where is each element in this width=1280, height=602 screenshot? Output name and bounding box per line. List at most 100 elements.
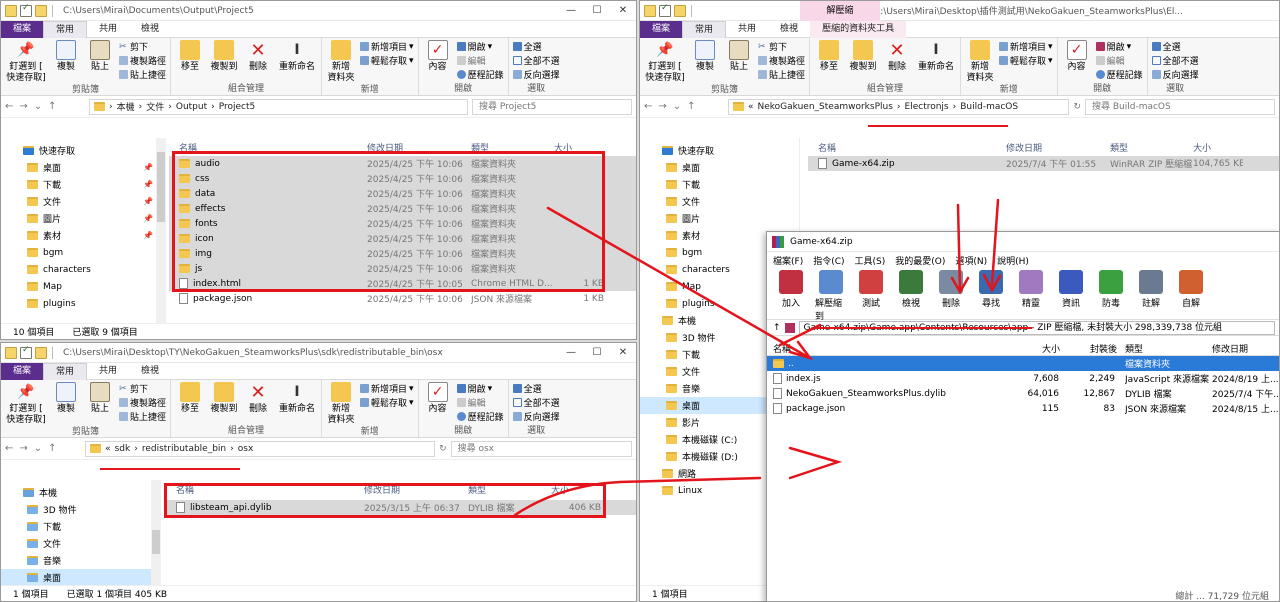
edit-button[interactable]: 編輯 <box>456 54 504 67</box>
tab-compressed-tools[interactable]: 壓縮的資料夾工具 <box>810 20 907 38</box>
new-folder-icon[interactable] <box>35 4 47 17</box>
properties-button[interactable]: ✓ 內容 <box>423 382 453 415</box>
menu-item[interactable]: 選項(N) <box>955 254 987 267</box>
select-none-button[interactable]: 全部不選 <box>1151 54 1199 67</box>
col-name[interactable]: 名稱 <box>179 141 197 154</box>
nav-item[interactable]: 桌面 <box>640 159 799 176</box>
winrar-tool-button[interactable]: 資訊 <box>1055 270 1087 309</box>
col-modified[interactable]: 修改日期 <box>364 483 400 496</box>
col-size[interactable]: 大小 <box>554 141 572 154</box>
up-icon[interactable]: ↑ <box>687 101 695 112</box>
pin-icon[interactable]: 📌 <box>143 163 153 172</box>
history-button[interactable]: 歷程記錄 <box>456 410 504 423</box>
move-to-button[interactable]: 移至 <box>175 40 205 73</box>
copy-button[interactable]: 複製 <box>51 382 81 415</box>
winrar-tool-button[interactable]: 解壓縮到 <box>815 270 847 322</box>
col-modified[interactable]: 修改日期 <box>367 141 403 154</box>
maximize-icon[interactable]: ☐ <box>584 343 610 363</box>
chevron-down-icon[interactable]: ⌄ <box>34 443 42 454</box>
invert-selection-button[interactable]: 反向選擇 <box>512 68 560 81</box>
easy-access-button[interactable]: 輕鬆存取 ▾ <box>360 396 414 409</box>
tab-file[interactable]: 檔案 <box>1 362 44 380</box>
menu-item[interactable]: 工具(S) <box>855 254 886 267</box>
new-item-button[interactable]: 新增項目 ▾ <box>360 40 414 53</box>
copy-button[interactable]: 複製 <box>690 40 720 73</box>
menu-item[interactable]: 我的最愛(O) <box>895 254 945 267</box>
edit-button[interactable]: 編輯 <box>1095 54 1143 67</box>
nav-item[interactable]: 文件 📌 <box>1 193 165 210</box>
col-size[interactable]: 大小 <box>1042 342 1060 355</box>
search-input[interactable]: 搜尋 osx <box>450 440 632 457</box>
nav-item[interactable]: Map <box>1 278 165 295</box>
col-date[interactable]: 修改日期 <box>1212 342 1248 355</box>
pin-icon[interactable]: 📌 <box>143 231 153 240</box>
file-row[interactable]: css 2025/4/25 下午 10:06 檔案資料夾 <box>169 171 636 186</box>
tab-share[interactable]: 共用 <box>726 21 768 38</box>
col-size[interactable]: 大小 <box>1193 141 1211 154</box>
tab-file[interactable]: 檔案 <box>640 20 683 38</box>
properties-icon[interactable] <box>659 3 671 17</box>
rename-button[interactable]: I 重新命名 <box>277 382 317 415</box>
paste-shortcut-button[interactable]: 貼上捷徑 <box>119 410 166 423</box>
easy-access-button[interactable]: 輕鬆存取 ▾ <box>999 54 1053 67</box>
extract-tab-header[interactable]: 解壓縮 <box>800 1 880 21</box>
nav-item[interactable]: 快速存取 <box>1 142 165 159</box>
title-bar[interactable]: C:\Users\Mirai\Documents\Output\Project5… <box>1 1 636 21</box>
history-button[interactable]: 歷程記錄 <box>1095 68 1143 81</box>
search-input[interactable]: 搜尋 Build-macOS <box>1085 98 1275 115</box>
move-to-button[interactable]: 移至 <box>814 40 844 73</box>
up-icon[interactable]: ↑ <box>48 443 56 454</box>
back-icon[interactable]: ← <box>5 101 13 112</box>
delete-button[interactable]: ✕ 刪除 <box>243 40 273 73</box>
col-type[interactable]: 類型 <box>468 483 486 496</box>
edit-button[interactable]: 編輯 <box>456 396 504 409</box>
pin-icon[interactable]: 📌 <box>143 197 153 206</box>
col-type[interactable]: 類型 <box>1110 141 1128 154</box>
menu-item[interactable]: 說明(H) <box>997 254 1029 267</box>
copy-to-button[interactable]: 複製到 <box>209 382 239 415</box>
cut-button[interactable]: ✂ 剪下 <box>119 40 166 53</box>
open-button[interactable]: 開啟 ▾ <box>456 382 504 395</box>
paste-button[interactable]: 貼上 <box>85 40 115 73</box>
new-folder-icon[interactable] <box>35 346 47 359</box>
refresh-icon[interactable]: ↻ <box>1073 102 1081 112</box>
file-row[interactable]: js 2025/4/25 下午 10:06 檔案資料夾 <box>169 261 636 276</box>
copy-path-button[interactable]: 複製路徑 <box>119 54 166 67</box>
tab-home[interactable]: 常用 <box>682 20 727 38</box>
col-modified[interactable]: 修改日期 <box>1006 141 1042 154</box>
winrar-tool-button[interactable]: 檢視 <box>895 270 927 309</box>
winrar-path-box[interactable]: Game-x64.zip\Game.app\Contents\Resources… <box>798 320 1275 335</box>
col-name[interactable]: 名稱 <box>818 141 836 154</box>
copy-path-button[interactable]: 複製路徑 <box>758 54 805 67</box>
address-bar[interactable]: «NekoGakuen_SteamworksPlus › Electronjs › Bu… <box>728 98 1070 115</box>
winrar-tool-button[interactable]: 自解 <box>1175 270 1207 309</box>
search-input[interactable]: 搜尋 Project5 <box>472 98 632 115</box>
tab-view[interactable]: 檢視 <box>129 363 171 380</box>
maximize-icon[interactable]: ☐ <box>584 1 610 21</box>
nav-item[interactable]: 音樂 <box>1 552 160 569</box>
nav-item[interactable]: 3D 物件 <box>1 501 160 518</box>
file-row[interactable]: fonts 2025/4/25 下午 10:06 檔案資料夾 <box>169 216 636 231</box>
file-row[interactable]: audio 2025/4/25 下午 10:06 檔案資料夾 <box>169 156 636 171</box>
new-item-button[interactable]: 新增項目 ▾ <box>999 40 1053 53</box>
nav-item[interactable]: 快速存取 <box>640 142 799 159</box>
tab-home[interactable]: 常用 <box>43 20 88 38</box>
paste-button[interactable]: 貼上 <box>85 382 115 415</box>
nav-item[interactable]: 素材 📌 <box>1 227 165 244</box>
close-icon[interactable]: ✕ <box>610 343 636 363</box>
open-button[interactable]: 開啟 ▾ <box>1095 40 1143 53</box>
properties-button[interactable]: ✓ 內容 <box>1062 40 1092 73</box>
archive-row[interactable]: index.js 7,608 2,249 JavaScript 來源檔案 2024/8/… <box>767 371 1279 386</box>
nav-item[interactable]: plugins <box>1 295 165 312</box>
paste-shortcut-button[interactable]: 貼上捷徑 <box>119 68 166 81</box>
chevron-down-icon[interactable]: ⌄ <box>673 101 681 112</box>
new-item-button[interactable]: 新增項目 ▾ <box>360 382 414 395</box>
file-row[interactable]: libsteam_api.dylib 2025/3/15 上午 06:37 DYLI… <box>166 500 636 515</box>
history-button[interactable]: 歷程記錄 <box>456 68 504 81</box>
minimize-icon[interactable]: — <box>558 343 584 363</box>
nav-item[interactable]: 桌面 📌 <box>1 159 165 176</box>
delete-button[interactable]: ✕ 刪除 <box>243 382 273 415</box>
copy-to-button[interactable]: 複製到 <box>209 40 239 73</box>
tab-home[interactable]: 常用 <box>43 362 88 380</box>
archive-row[interactable]: package.json 115 83 JSON 來源檔案 2024/8/15 上... <box>767 401 1279 416</box>
